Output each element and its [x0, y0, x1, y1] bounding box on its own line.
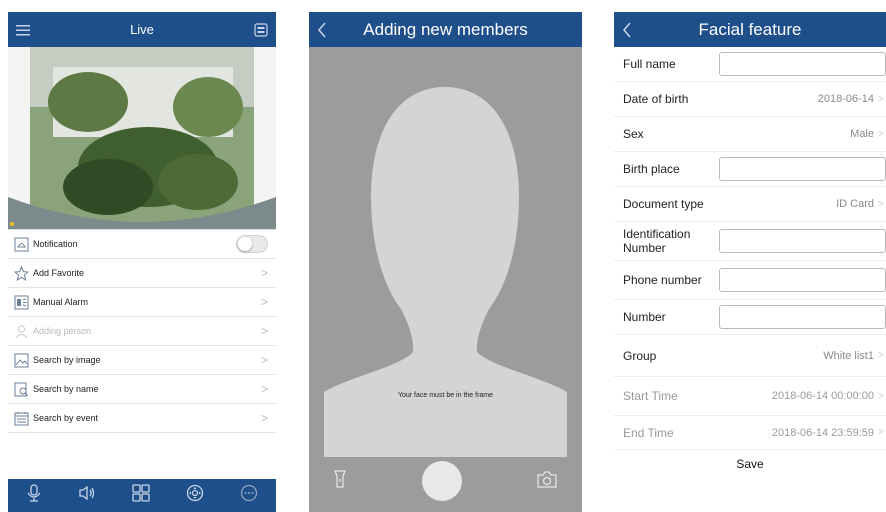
birth-place-row: Birth place	[614, 152, 886, 187]
microphone-icon[interactable]	[26, 484, 42, 507]
grid-icon[interactable]	[132, 484, 150, 507]
document-type-value: ID Card	[836, 198, 874, 210]
name-search-icon	[13, 381, 29, 397]
camera-controls	[309, 450, 582, 512]
field-label: Identification Number	[623, 227, 691, 255]
full-name-row: Full name	[614, 47, 886, 82]
chevron-right-icon: >	[260, 266, 268, 280]
group-row[interactable]: Group White list1 >	[614, 335, 886, 377]
chevron-right-icon: >	[260, 353, 268, 367]
chevron-right-icon: >	[260, 295, 268, 309]
camera-screen: Adding new members Your face must be in …	[309, 12, 582, 512]
frame-hint: Your face must be in the frame	[397, 392, 494, 399]
face-frame-silhouette	[324, 87, 567, 457]
menu-item-search-by-event[interactable]: Search by event >	[8, 404, 276, 433]
menu-item-label: Add Favorite	[33, 268, 85, 278]
end-time-row[interactable]: End Time 2018-06-14 23:59:59 >	[614, 416, 886, 450]
speaker-icon[interactable]	[78, 485, 96, 506]
live-bottom-bar	[8, 479, 276, 512]
chevron-right-icon: >	[878, 390, 884, 402]
field-label: Birth place	[623, 162, 680, 176]
menu-item-add-favorite[interactable]: Add Favorite >	[8, 259, 276, 288]
event-search-icon	[13, 410, 29, 426]
page-title: Adding new members	[363, 19, 528, 39]
chevron-right-icon: >	[878, 93, 884, 105]
person-icon	[13, 323, 29, 339]
field-label: Date of birth	[623, 92, 689, 106]
facial-feature-form: Full name Date of birth 2018-06-14 > Sex…	[614, 47, 886, 478]
menu-item-search-by-name[interactable]: Search by name >	[8, 375, 276, 404]
date-of-birth-row[interactable]: Date of birth 2018-06-14 >	[614, 82, 886, 117]
more-icon[interactable]	[240, 484, 258, 507]
chevron-right-icon: >	[878, 198, 884, 210]
chevron-right-icon: >	[878, 427, 884, 438]
sex-row[interactable]: Sex Male >	[614, 117, 886, 152]
chevron-right-icon: >	[260, 411, 268, 425]
field-label: Document type	[623, 197, 704, 211]
live-menu: Notification Add Favorite > Manual Alarm…	[8, 229, 276, 433]
flashlight-icon[interactable]	[333, 469, 347, 494]
form-screen: Facial feature Full name Date of birth 2…	[614, 12, 886, 512]
notification-toggle[interactable]	[236, 235, 268, 253]
chevron-right-icon: >	[878, 128, 884, 140]
camera-view: Your face must be in the frame	[309, 47, 582, 512]
birth-place-input[interactable]	[719, 157, 886, 181]
live-screen: Live Notification Add Favorite > Manual …	[8, 12, 276, 512]
chevron-right-icon: >	[260, 324, 268, 338]
ptz-icon[interactable]	[186, 484, 204, 507]
camera-navbar: Adding new members	[309, 12, 582, 47]
form-navbar: Facial feature	[614, 12, 886, 47]
document-type-row[interactable]: Document type ID Card >	[614, 187, 886, 222]
menu-item-notification: Notification	[8, 230, 276, 259]
identification-number-input[interactable]	[719, 229, 886, 253]
field-label: Phone number	[623, 273, 702, 287]
menu-item-adding-person[interactable]: Adding person >	[8, 317, 276, 346]
notification-icon	[13, 236, 29, 252]
menu-item-label: Search by image	[33, 355, 101, 365]
field-label: Sex	[623, 127, 644, 141]
menu-item-label: Adding person	[33, 326, 92, 336]
switch-camera-icon[interactable]	[536, 469, 558, 494]
alarm-icon	[13, 294, 29, 310]
group-value: White list1	[823, 349, 874, 362]
live-navbar: Live	[8, 12, 276, 47]
menu-item-label: Manual Alarm	[33, 297, 89, 307]
phone-number-input[interactable]	[719, 268, 886, 292]
menu-item-manual-alarm[interactable]: Manual Alarm >	[8, 288, 276, 317]
hamburger-icon[interactable]	[16, 12, 30, 47]
end-time-value: 2018-06-14 23:59:59	[771, 426, 874, 439]
save-button[interactable]: Save	[614, 450, 886, 478]
sex-value: Male	[850, 128, 874, 140]
multiscreen-icon[interactable]	[254, 12, 268, 47]
start-time-row[interactable]: Start Time 2018-06-14 00:00:00 >	[614, 377, 886, 416]
page-title: Live	[130, 22, 154, 37]
shutter-button[interactable]	[421, 461, 462, 501]
page-title: Facial feature	[698, 19, 802, 39]
date-of-birth-value: 2018-06-14	[817, 93, 874, 105]
image-search-icon	[13, 352, 29, 368]
live-video[interactable]	[8, 47, 276, 229]
identification-number-row: Identification Number	[614, 222, 886, 261]
number-input[interactable]	[719, 305, 886, 329]
full-name-input[interactable]	[719, 52, 886, 76]
chevron-right-icon: >	[878, 350, 884, 361]
menu-item-search-by-image[interactable]: Search by image >	[8, 346, 276, 375]
phone-number-row: Phone number	[614, 261, 886, 300]
field-label: Number	[623, 310, 666, 324]
menu-item-label: Notification	[33, 239, 78, 249]
field-label: Full name	[623, 57, 676, 71]
field-label: Group	[623, 348, 657, 363]
menu-item-label: Search by name	[33, 384, 99, 394]
number-row: Number	[614, 300, 886, 335]
field-label: End Time	[623, 425, 674, 440]
star-icon	[13, 265, 29, 281]
back-icon[interactable]	[622, 12, 632, 47]
field-label: Start Time	[623, 389, 678, 403]
start-time-value: 2018-06-14 00:00:00	[771, 390, 874, 402]
back-icon[interactable]	[317, 12, 327, 47]
chevron-right-icon: >	[260, 382, 268, 396]
menu-item-label: Search by event	[33, 413, 99, 423]
